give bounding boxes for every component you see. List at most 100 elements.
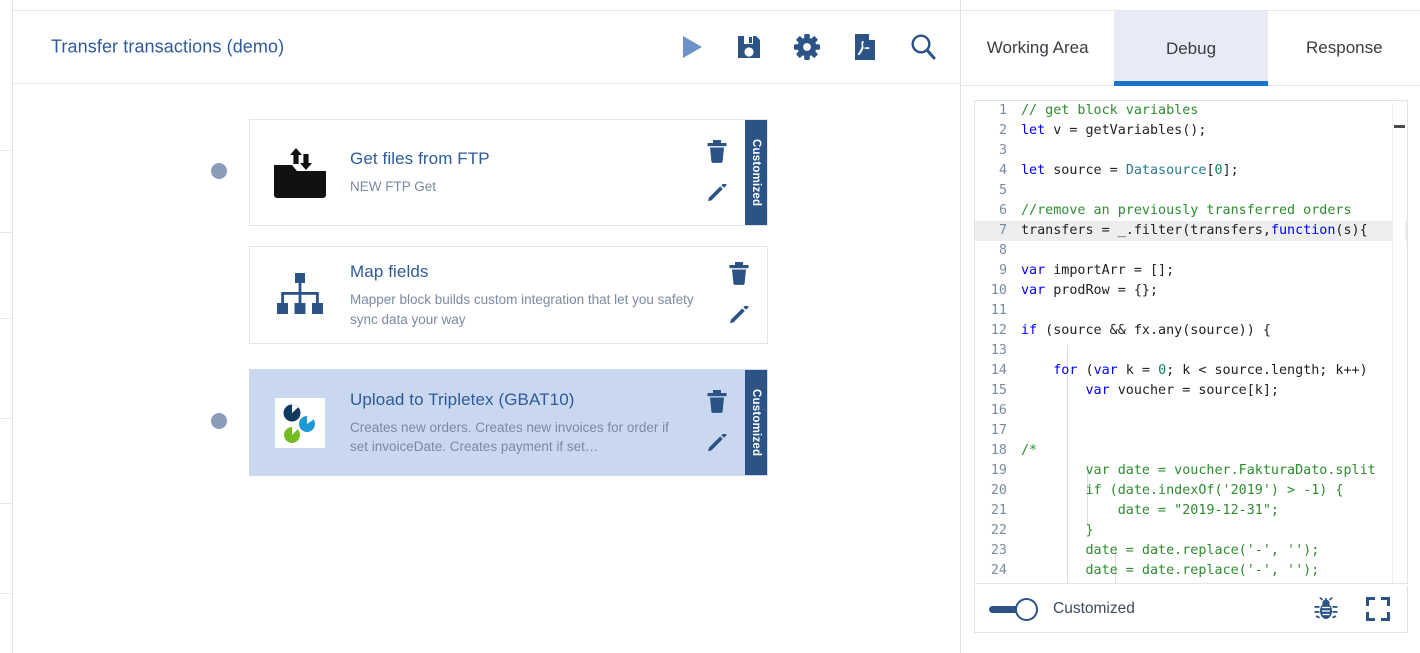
tab-working-area[interactable]: Working Area <box>961 11 1115 86</box>
code-text: date = "2019-12-31"; <box>1021 503 1279 518</box>
node-title: Get files from FTP <box>350 149 490 169</box>
node-connector-dot[interactable] <box>211 163 227 179</box>
edit-pencil-icon[interactable] <box>704 432 730 458</box>
code-text: transfers = _.filter(transfers,function(… <box>1021 223 1368 238</box>
delete-icon[interactable] <box>726 260 752 286</box>
edit-pencil-icon[interactable] <box>726 304 752 330</box>
code-text: var date = voucher.FakturaDato.split <box>1021 463 1376 478</box>
editor-scrollbar[interactable] <box>1392 103 1405 583</box>
code-line[interactable]: 24 date = date.replace('-', ''); <box>975 561 1407 581</box>
code-line[interactable]: 2 let v = getVariables(); <box>975 121 1407 141</box>
code-line[interactable]: 18 /* <box>975 441 1407 461</box>
rail-divider <box>0 232 13 233</box>
customized-badge: Customized <box>745 370 767 475</box>
code-editor-content[interactable]: 1 // get block variables 2 let v = getVaria… <box>975 101 1407 583</box>
workflow-node-list: Get files from FTP NEW FTP Get Customize… <box>13 84 960 644</box>
node-card-mapper[interactable]: Map fields Mapper block builds custom in… <box>249 246 768 344</box>
line-number: 1 <box>998 103 1007 118</box>
code-text: date = date.replace('-', ''); <box>1021 543 1320 558</box>
code-line[interactable]: 19 var date = voucher.FakturaDato.split <box>975 461 1407 481</box>
node-title: Map fields <box>350 262 429 282</box>
code-text: if (source && fx.any(source)) { <box>1021 323 1271 338</box>
code-line[interactable]: 20 if (date.indexOf('2019') > -1) { <box>975 481 1407 501</box>
customized-toggle[interactable] <box>989 598 1041 621</box>
line-number: 11 <box>990 303 1007 318</box>
node-card-ftp[interactable]: Get files from FTP NEW FTP Get Customize… <box>249 119 768 226</box>
code-text: date = date.replace('-', ''); <box>1021 563 1320 578</box>
line-number: 10 <box>990 283 1007 298</box>
code-text: // get block variables <box>1021 103 1199 118</box>
code-line[interactable]: 5 <box>975 181 1407 201</box>
delete-icon[interactable] <box>704 388 730 414</box>
tab-response[interactable]: Response <box>1267 11 1420 86</box>
line-number: 8 <box>998 243 1007 258</box>
line-number: 12 <box>990 323 1007 338</box>
code-editor[interactable]: 1 // get block variables 2 let v = getVaria… <box>974 100 1408 584</box>
node-card-tripletex[interactable]: Upload to Tripletex (GBAT10) Creates new… <box>249 369 768 476</box>
code-line[interactable]: 9 var importArr = []; <box>975 261 1407 281</box>
code-text: var prodRow = {}; <box>1021 283 1159 298</box>
line-number: 9 <box>998 263 1007 278</box>
line-number: 2 <box>998 123 1007 138</box>
rail-divider <box>0 503 13 504</box>
line-number: 23 <box>990 543 1007 558</box>
debug-bottom-bar: Customized <box>974 586 1408 633</box>
rail-divider <box>0 318 13 319</box>
debug-panel: Working Area Debug Response 1 // get bloc… <box>960 0 1420 653</box>
node-connector-dot[interactable] <box>211 413 227 429</box>
code-text: if (date.indexOf('2019') > -1) { <box>1021 483 1344 498</box>
code-line[interactable]: 4 let source = Datasource[0]; <box>975 161 1407 181</box>
save-icon[interactable] <box>732 30 766 64</box>
line-number: 15 <box>990 383 1007 398</box>
node-card-actions <box>689 138 745 208</box>
header-toolbar <box>674 30 940 64</box>
gear-icon[interactable] <box>790 30 824 64</box>
editor-scrollbar-thumb[interactable] <box>1394 125 1405 128</box>
code-line[interactable]: 16 <box>975 401 1407 421</box>
page-title: Transfer transactions (demo) <box>51 36 285 57</box>
code-line[interactable]: 3 <box>975 141 1407 161</box>
code-text: var voucher = source[k]; <box>1085 383 1280 398</box>
toggle-knob <box>1015 598 1038 621</box>
code-line[interactable]: 12 if (source && fx.any(source)) { <box>975 321 1407 341</box>
code-line[interactable]: 7 transfers = _.filter(transfers,function… <box>975 221 1407 241</box>
line-number: 21 <box>990 503 1007 518</box>
code-text: let v = getVariables(); <box>1021 123 1207 138</box>
code-line[interactable]: 13 <box>975 341 1407 361</box>
code-line[interactable]: 1 // get block variables <box>975 101 1407 121</box>
edit-pencil-icon[interactable] <box>704 182 730 208</box>
rail-divider <box>0 418 13 419</box>
code-line[interactable]: 10 var prodRow = {}; <box>975 281 1407 301</box>
run-icon[interactable] <box>674 30 708 64</box>
line-number: 16 <box>990 403 1007 418</box>
fullscreen-icon[interactable] <box>1363 594 1393 624</box>
search-icon[interactable] <box>906 30 940 64</box>
code-line[interactable]: 11 <box>975 301 1407 321</box>
line-number: 6 <box>998 203 1007 218</box>
delete-icon[interactable] <box>704 138 730 164</box>
rail-divider <box>0 150 13 151</box>
code-line[interactable]: 22 } <box>975 521 1407 541</box>
node-card-actions <box>711 260 767 330</box>
code-text: //remove an previously transferred order… <box>1021 203 1352 218</box>
code-line[interactable]: 15 var voucher = source[k]; <box>975 381 1407 401</box>
line-number: 3 <box>998 143 1007 158</box>
pdf-icon[interactable] <box>848 30 882 64</box>
code-text: /* <box>1021 443 1038 458</box>
bug-icon[interactable] <box>1311 594 1341 624</box>
code-text: var importArr = []; <box>1021 263 1175 278</box>
code-line[interactable]: 6 //remove an previously transferred orde… <box>975 201 1407 221</box>
ftp-folder-icon <box>250 147 350 199</box>
customized-toggle-label: Customized <box>1053 600 1135 617</box>
rail-divider <box>0 593 13 594</box>
customized-badge: Customized <box>745 120 767 225</box>
code-line[interactable]: 14 for (var k = 0; k < source.length; k+… <box>975 361 1407 381</box>
tab-debug[interactable]: Debug <box>1114 11 1268 86</box>
code-line[interactable]: 21 date = "2019-12-31"; <box>975 501 1407 521</box>
workflow-canvas: Transfer transactions (demo) Get files f… <box>13 0 960 653</box>
line-number: 24 <box>990 563 1007 578</box>
node-subtitle: Mapper block builds custom integration t… <box>350 292 694 327</box>
code-line[interactable]: 17 <box>975 421 1407 441</box>
code-line[interactable]: 23 date = date.replace('-', ''); <box>975 541 1407 561</box>
code-line[interactable]: 8 <box>975 241 1407 261</box>
